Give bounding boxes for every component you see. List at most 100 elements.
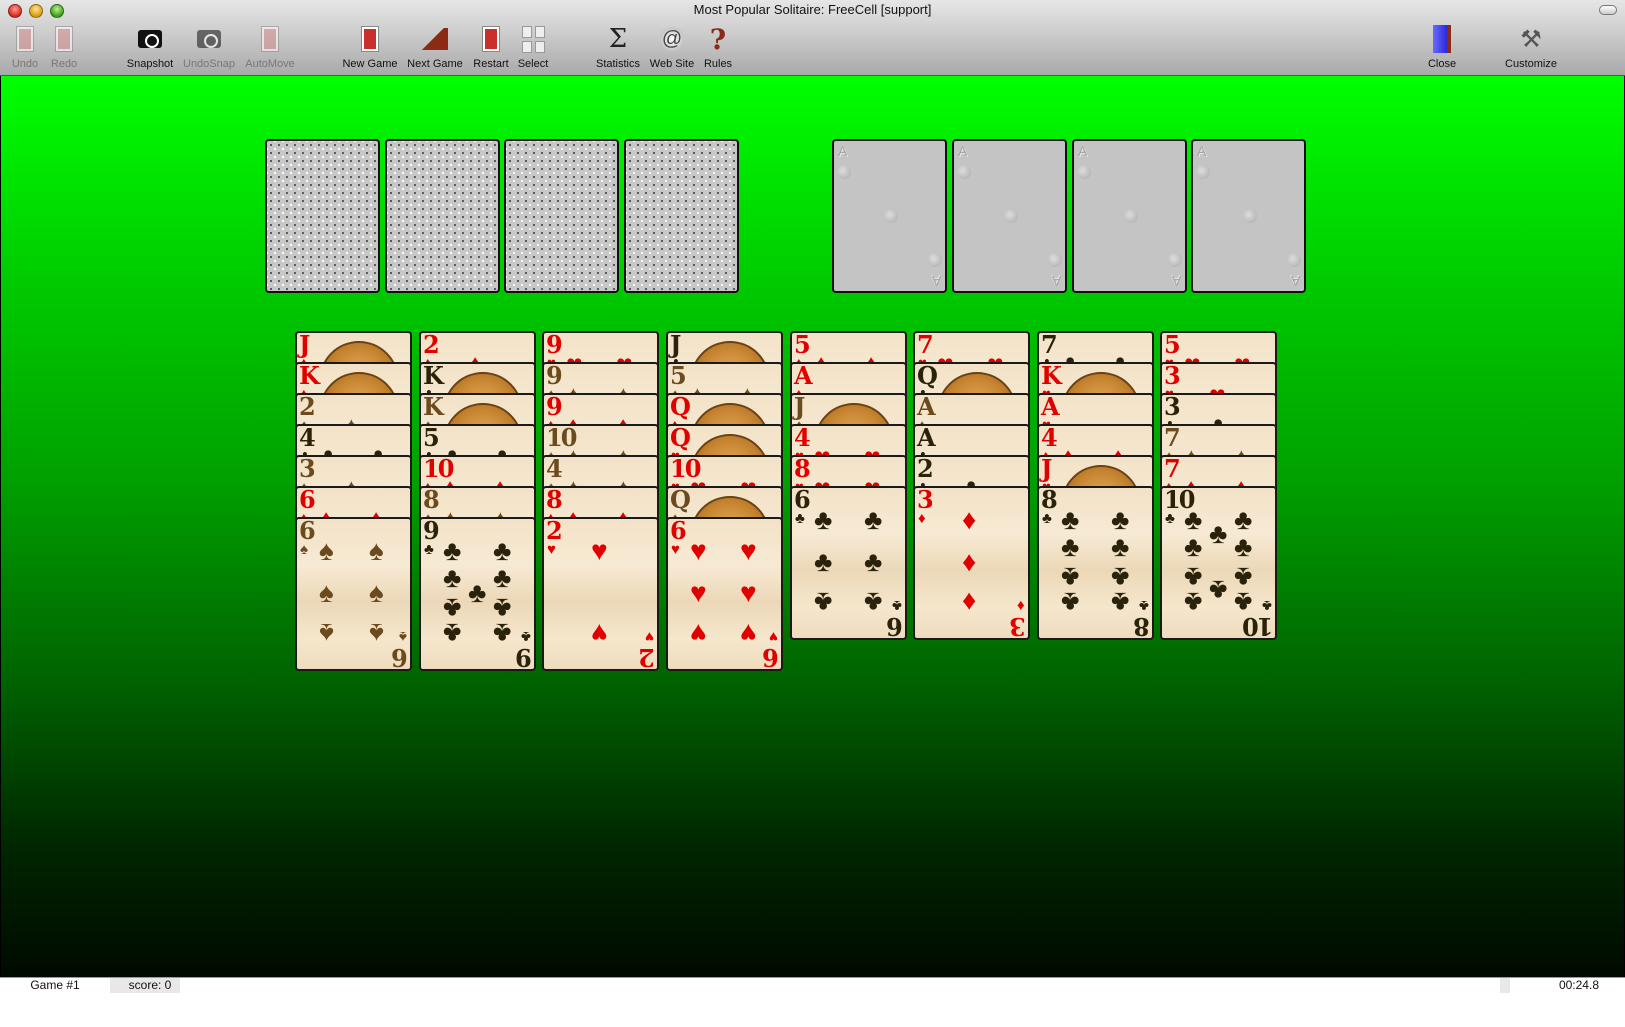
clubs-icon: ♣ <box>493 618 512 649</box>
at-sign-icon: @ <box>660 27 684 51</box>
card-3-of-diamonds[interactable]: 3 ♦ ♦ ♦ ♦ ♦ 3 <box>913 486 1030 640</box>
spades-icon: ♠ <box>369 577 384 608</box>
foundation-2[interactable]: AA <box>952 139 1067 293</box>
hearts-icon: ♥ <box>740 618 757 649</box>
placeholder-dot-icon <box>837 165 851 179</box>
card-2-of-hearts[interactable]: 2 ♥ ♥ ♥ ♥ 2 <box>542 517 659 671</box>
game-number: Game #1 <box>30 978 80 992</box>
next-game-button[interactable]: Next Game <box>405 22 465 70</box>
placeholder-dot-icon <box>884 209 898 223</box>
card-6-of-spades[interactable]: 6 ♠ ♠ ♠ ♠ ♠ ♠ ♠ ♠ 6 <box>295 517 412 671</box>
clubs-icon: ♣ <box>1111 531 1130 562</box>
card-6-of-hearts[interactable]: 6 ♥ ♥ ♥ ♥ ♥ ♥ ♥ ♥ 6 <box>666 517 783 671</box>
redo-button[interactable]: Redo <box>34 22 94 70</box>
statistics-button[interactable]: Σ Statistics <box>588 22 648 70</box>
clubs-icon: ♣ <box>1184 587 1203 618</box>
spades-icon: ♠ <box>319 618 334 649</box>
card-9-of-clubs[interactable]: 9 ♣ ♣ ♣ ♣ ♣ ♣ ♣ ♣ ♣ ♣ ♣ 9 <box>419 517 536 671</box>
placeholder-dot-icon <box>1243 209 1257 223</box>
undosnap-button[interactable]: UndoSnap <box>179 22 239 70</box>
free-cell-1[interactable] <box>265 139 380 293</box>
card-rank-bottom: 10 <box>1243 612 1273 640</box>
hearts-icon: ♥ <box>547 541 556 558</box>
customize-label: Customize <box>1505 58 1557 70</box>
spades-icon: ♠ <box>369 618 384 649</box>
clubs-icon: ♣ <box>864 546 883 577</box>
foundation-placeholder-label: A <box>1197 143 1207 159</box>
clubs-icon: ♣ <box>1111 504 1130 535</box>
card-rank-bottom: 6 <box>393 643 408 671</box>
clubs-icon: ♣ <box>814 504 833 535</box>
diamonds-icon: ♦ <box>962 587 977 618</box>
snapshot-button[interactable]: Snapshot <box>120 22 180 70</box>
sigma-icon: Σ <box>608 24 628 54</box>
camera-icon <box>133 22 167 56</box>
hearts-icon: ♥ <box>591 618 608 649</box>
status-bar: Game #1 score: 0 00:24.8 <box>0 977 1625 1027</box>
foundation-placeholder-label: A <box>838 143 848 159</box>
card-10-of-clubs[interactable]: 10 ♣ ♣ ♣ ♣ ♣ ♣ ♣ ♣ ♣ ♣ ♣ ♣ 10 <box>1160 486 1277 640</box>
placeholder-dot-icon <box>957 165 971 179</box>
snapshot-label: Snapshot <box>126 58 174 70</box>
score-display: score: 0 <box>120 978 180 993</box>
foundation-3[interactable]: AA <box>1072 139 1187 293</box>
card-rank-bottom: 8 <box>1135 612 1150 640</box>
hearts-icon: ♥ <box>671 541 680 558</box>
new-game-label: New Game <box>342 58 398 70</box>
select-grid-icon <box>516 22 550 56</box>
statistics-label: Statistics <box>595 58 640 70</box>
hearts-icon: ♥ <box>690 618 707 649</box>
clubs-icon: ♣ <box>1184 504 1203 535</box>
spades-icon: ♠ <box>369 535 384 566</box>
card-8-of-clubs[interactable]: 8 ♣ ♣ ♣ ♣ ♣ ♣ ♣ ♣ ♣ ♣ 8 <box>1037 486 1154 640</box>
spades-icon: ♠ <box>319 535 334 566</box>
hearts-icon: ♥ <box>690 577 707 608</box>
free-cell-4[interactable] <box>624 139 739 293</box>
free-cell-2[interactable] <box>385 139 500 293</box>
clubs-icon: ♣ <box>864 504 883 535</box>
undo-camera-icon <box>192 22 226 56</box>
clubs-icon: ♣ <box>424 541 434 558</box>
diamonds-icon: ♦ <box>918 510 926 527</box>
select-button[interactable]: Select <box>503 22 563 70</box>
placeholder-dot-icon <box>1004 209 1018 223</box>
foundation-placeholder-label: A <box>1078 143 1088 159</box>
redo-label: Redo <box>50 58 78 70</box>
customize-button[interactable]: ⚒ Customize <box>1501 22 1561 71</box>
game-table: AAAAAAAA J♦♦K♦♦2♠♠♠4♣♣♣♣♣3♠♠♠♠6♦♦♦♦♦♦♦6♠… <box>1 76 1624 977</box>
hammer-wrench-icon: ⚒ <box>1520 25 1542 53</box>
new-game-button[interactable]: New Game <box>340 22 400 70</box>
rules-button[interactable]: ? Rules <box>688 22 748 71</box>
close-button[interactable]: Close <box>1412 22 1472 70</box>
foundation-placeholder-label: A <box>1171 273 1181 289</box>
clubs-icon: ♣ <box>493 562 512 593</box>
placeholder-dot-icon <box>1124 209 1138 223</box>
foundation-4[interactable]: AA <box>1191 139 1306 293</box>
placeholder-dot-icon <box>1048 253 1062 267</box>
card-6-of-clubs[interactable]: 6 ♣ ♣ ♣ ♣ ♣ ♣ ♣ ♣ 6 <box>790 486 907 640</box>
next-game-label: Next Game <box>407 58 463 70</box>
placeholder-dot-icon <box>1168 253 1182 267</box>
clubs-icon: ♣ <box>443 562 462 593</box>
placeholder-dot-icon <box>1077 165 1091 179</box>
clubs-icon: ♣ <box>795 510 805 527</box>
window-title: Most Popular Solitaire: FreeCell [suppor… <box>693 2 932 17</box>
clubs-icon: ♣ <box>814 546 833 577</box>
free-cell-3[interactable] <box>504 139 619 293</box>
clubs-icon: ♣ <box>1184 531 1203 562</box>
foundation-1[interactable]: AA <box>832 139 947 293</box>
foundation-placeholder-label: A <box>1051 273 1061 289</box>
diamonds-icon: ♦ <box>962 546 977 577</box>
diamonds-icon: ♦ <box>962 504 977 535</box>
foundation-placeholder-label: A <box>1290 273 1300 289</box>
spades-icon: ♠ <box>319 577 334 608</box>
close-label: Close <box>1427 58 1457 70</box>
toolbar-toggle-button[interactable] <box>1599 5 1617 15</box>
automove-button[interactable]: AutoMove <box>240 22 300 70</box>
stairs-arrow-icon <box>418 22 452 56</box>
placeholder-dot-icon <box>928 253 942 267</box>
door-icon <box>1425 22 1459 56</box>
clubs-icon: ♣ <box>468 577 487 608</box>
foundation-placeholder-label: A <box>931 273 941 289</box>
new-game-icon <box>353 22 387 56</box>
